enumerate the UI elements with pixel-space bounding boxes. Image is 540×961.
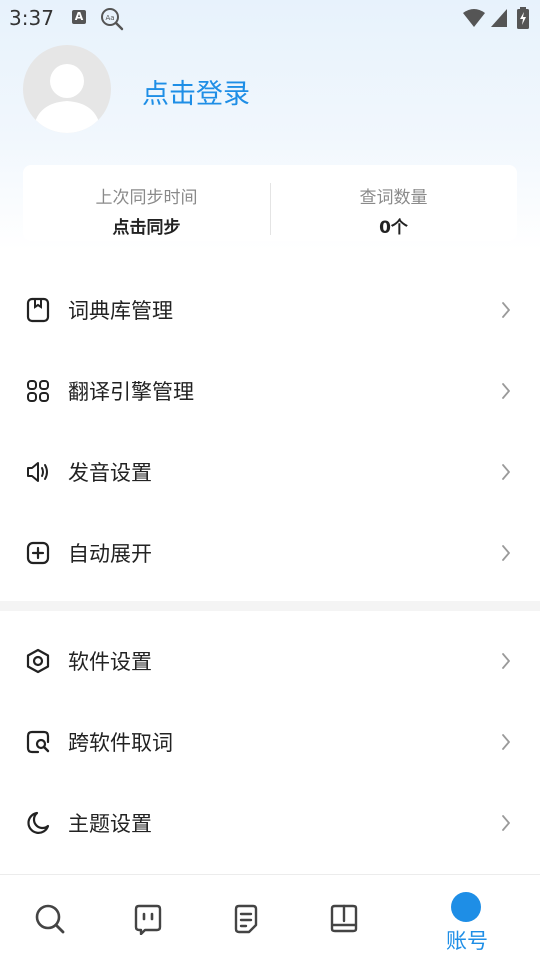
translate-lens-icon: Aa	[101, 8, 124, 31]
search-icon	[35, 904, 65, 934]
dictionary-icon	[26, 297, 50, 323]
sync-stat[interactable]: 上次同步时间 点击同步	[23, 165, 270, 241]
menu-item-cross-app-lookup[interactable]: 跨软件取词	[0, 701, 540, 782]
menu-label: 主题设置	[68, 812, 152, 836]
chevron-right-icon	[502, 383, 510, 399]
menu-label: 自动展开	[68, 542, 152, 566]
tab-account-label: 账号	[446, 929, 488, 953]
word-count-label: 查词数量	[359, 188, 428, 208]
notes-icon	[234, 904, 258, 934]
login-button[interactable]: 点击登录	[142, 72, 250, 111]
chevron-right-icon	[502, 734, 510, 750]
last-sync-label: 上次同步时间	[95, 188, 198, 208]
menu-label: 词典库管理	[68, 299, 173, 323]
wifi-icon	[463, 9, 485, 27]
stats-card: 上次同步时间 点击同步 查词数量 0个	[23, 165, 517, 241]
menu-item-software-settings[interactable]: 软件设置	[0, 620, 540, 701]
chevron-right-icon	[502, 545, 510, 561]
plus-square-icon	[26, 541, 50, 565]
chevron-right-icon	[502, 815, 510, 831]
chevron-right-icon	[502, 302, 510, 318]
tab-search[interactable]	[0, 875, 98, 961]
chevron-right-icon	[502, 464, 510, 480]
menu-item-dictionary-management[interactable]: 词典库管理	[0, 269, 540, 350]
menu-item-translation-engine[interactable]: 翻译引擎管理	[0, 350, 540, 431]
bottom-tab-bar: 账号	[0, 874, 540, 961]
section-divider	[0, 601, 540, 611]
svg-text:Aa: Aa	[105, 14, 114, 22]
word-count-value: 0个	[379, 218, 408, 238]
avatar[interactable]	[23, 45, 111, 133]
menu-item-theme-settings[interactable]: 主题设置	[0, 782, 540, 863]
word-count-stat: 查词数量 0个	[270, 165, 517, 241]
battery-charging-icon	[517, 7, 529, 29]
chevron-right-icon	[502, 653, 510, 669]
status-bar: 3:37 A Aa	[0, 0, 540, 36]
hexagon-settings-icon	[26, 648, 50, 674]
tab-book[interactable]	[294, 875, 392, 961]
signal-icon	[491, 9, 507, 27]
grid-icon	[27, 380, 49, 402]
search-square-icon	[26, 730, 50, 754]
menu-item-auto-expand[interactable]: 自动展开	[0, 512, 540, 593]
menu-label: 发音设置	[68, 461, 152, 485]
sync-now-value: 点击同步	[112, 218, 181, 238]
menu-label: 软件设置	[68, 650, 152, 674]
menu-item-pronunciation-settings[interactable]: 发音设置	[0, 431, 540, 512]
keyboard-a-icon: A	[72, 10, 86, 24]
speaker-icon	[27, 462, 48, 482]
tab-chat[interactable]	[98, 875, 196, 961]
default-avatar-icon	[33, 64, 101, 133]
moon-icon	[27, 811, 50, 834]
menu-label: 翻译引擎管理	[68, 380, 194, 404]
tab-notes[interactable]	[196, 875, 294, 961]
book-icon	[330, 904, 358, 933]
account-icon	[451, 892, 508, 939]
chat-icon	[134, 904, 162, 935]
tab-account[interactable]: 账号	[418, 875, 516, 961]
status-time: 3:37	[9, 6, 54, 30]
menu-label: 跨软件取词	[68, 731, 173, 755]
